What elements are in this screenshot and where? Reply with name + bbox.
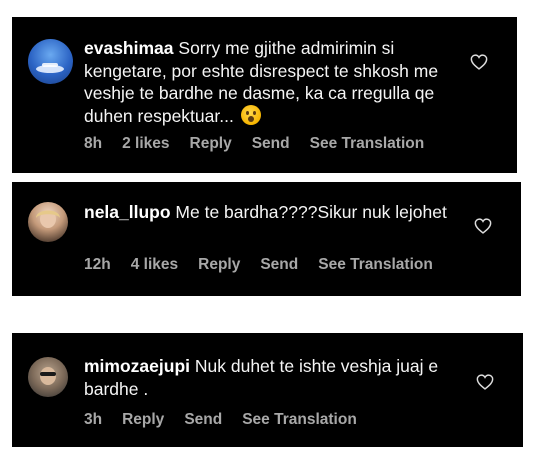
see-translation-button[interactable]: See Translation xyxy=(310,135,425,153)
reply-button[interactable]: Reply xyxy=(122,411,164,429)
comment-time: 3h xyxy=(84,411,103,428)
heart-outline-icon[interactable] xyxy=(470,54,488,70)
comment-card: nela_llupo Me te bardha????Sikur nuk lej… xyxy=(12,182,521,296)
comment-meta: 12h 4 likes Reply Send See Translation xyxy=(84,256,433,274)
likes-count[interactable]: 4 likes xyxy=(131,256,178,274)
likes-count[interactable]: 2 likes xyxy=(122,135,169,153)
reply-button[interactable]: Reply xyxy=(198,256,240,274)
hushed-face-emoji-icon xyxy=(240,104,261,125)
heart-outline-icon[interactable] xyxy=(476,374,494,390)
see-translation-button[interactable]: See Translation xyxy=(242,411,357,429)
comment-username[interactable]: evashimaa xyxy=(84,38,174,58)
comment-card: mimozaejupi Nuk duhet te ishte veshja ju… xyxy=(12,333,523,447)
comment-meta: 3h Reply Send See Translation xyxy=(84,411,357,429)
avatar[interactable] xyxy=(28,357,68,397)
see-translation-button[interactable]: See Translation xyxy=(318,256,433,274)
comment-card: evashimaa Sorry me gjithe admirimin si k… xyxy=(12,17,517,173)
avatar[interactable] xyxy=(28,202,68,242)
heart-outline-icon[interactable] xyxy=(474,218,492,234)
avatar[interactable] xyxy=(28,39,73,84)
comment-text: mimozaejupi Nuk duhet te ishte veshja ju… xyxy=(84,355,484,400)
send-button[interactable]: Send xyxy=(252,135,290,153)
comment-text: evashimaa Sorry me gjithe admirimin si k… xyxy=(84,37,474,127)
send-button[interactable]: Send xyxy=(184,411,222,429)
comment-username[interactable]: nela_llupo xyxy=(84,202,171,222)
send-button[interactable]: Send xyxy=(260,256,298,274)
comment-time: 12h xyxy=(84,256,111,273)
comment-text: nela_llupo Me te bardha????Sikur nuk lej… xyxy=(84,201,474,224)
comment-username[interactable]: mimozaejupi xyxy=(84,356,190,376)
comment-time: 8h xyxy=(84,135,103,152)
comment-body: Me te bardha????Sikur nuk lejohet xyxy=(175,202,447,222)
comment-meta: 8h 2 likes Reply Send See Translation xyxy=(84,135,424,153)
reply-button[interactable]: Reply xyxy=(190,135,232,153)
